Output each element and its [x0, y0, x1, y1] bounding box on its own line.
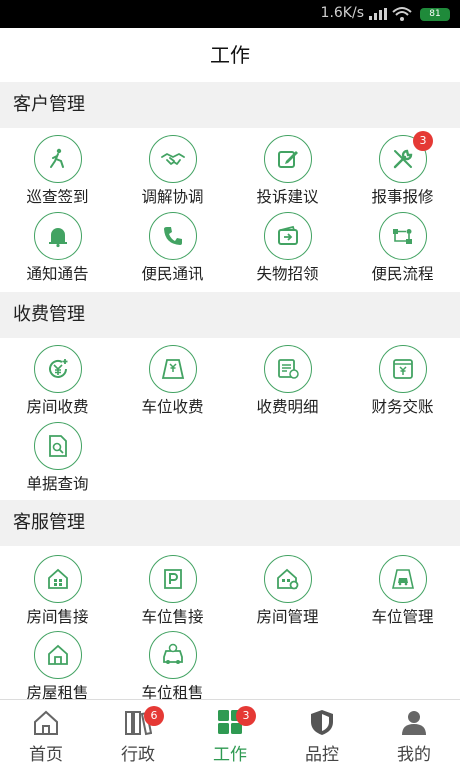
tab-label: 工作 [213, 745, 247, 765]
phone-icon [164, 227, 182, 245]
grid-item-label: 房间管理 [256, 608, 319, 626]
grid-item-repair[interactable]: 3 报事报修 [345, 131, 460, 211]
grid-item-label: 失物招领 [256, 265, 319, 283]
house-settings-icon [277, 568, 299, 590]
flow-icon [393, 229, 412, 244]
grid-item-room-fee[interactable]: 房间收费 [0, 345, 115, 421]
house-rent-icon [48, 644, 68, 665]
handshake-icon [161, 153, 185, 165]
edit-icon [278, 151, 298, 168]
grid-item-complaint[interactable]: 投诉建议 [230, 135, 345, 211]
grid-item-label: 收费明细 [256, 398, 319, 416]
user-icon [402, 711, 426, 735]
badge-work: 3 [236, 706, 256, 726]
grid-item-fee-details[interactable]: 收费明细 [230, 345, 345, 421]
car-rent-icon [163, 643, 183, 664]
wrench-icon [393, 149, 413, 169]
grid-item-patrol-checkin[interactable]: 巡查签到 [0, 135, 115, 211]
grid-item-label: 车位收费 [141, 398, 204, 416]
grid-item-mediation[interactable]: 调解协调 [115, 135, 230, 211]
grid-item-finance[interactable]: 财务交账 [345, 345, 460, 421]
receipt-icon [278, 359, 299, 379]
grid-item-label: 投诉建议 [256, 188, 319, 206]
document-search-icon [49, 435, 67, 457]
home-icon [34, 710, 58, 735]
tab-label: 我的 [397, 745, 431, 765]
signal-icon [369, 8, 387, 20]
grid-item-label: 房间收费 [26, 398, 89, 416]
tab-label: 首页 [29, 745, 63, 765]
tab-admin[interactable]: 6 行政 [92, 700, 184, 767]
badge-repair: 3 [413, 131, 433, 151]
tab-mine[interactable]: 我的 [368, 700, 460, 767]
section-header-fees: 收费管理 [0, 292, 460, 338]
ledger-icon [393, 359, 413, 379]
page-title: 工作 [0, 28, 460, 82]
grid-item-label: 调解协调 [141, 188, 204, 206]
bottom-tab-bar: 首页 6 行政 3 工作 品控 我的 [0, 699, 460, 767]
network-speed: 1.6K/s [320, 5, 364, 21]
grid-item-parking-fee[interactable]: 车位收费 [115, 345, 230, 421]
wifi-icon [392, 7, 412, 21]
grid-item-house-rent[interactable]: 房屋租售 [0, 631, 115, 707]
grid-item-lost-found[interactable]: 失物招领 [230, 212, 345, 288]
grid-item-process[interactable]: 便民流程 [345, 212, 460, 288]
section-header-customer: 客户管理 [0, 82, 460, 128]
status-bar: 1.6K/s 81 [0, 0, 460, 28]
grid-item-label: 报事报修 [371, 188, 434, 206]
grid-item-label: 车位管理 [371, 608, 434, 626]
grid-item-contacts[interactable]: 便民通讯 [115, 212, 230, 288]
tab-work[interactable]: 3 工作 [184, 700, 276, 767]
grid-item-parking-rent[interactable]: 车位租售 [115, 631, 230, 707]
grid-item-label: 车位售接 [141, 608, 204, 626]
wallet-icon [278, 225, 298, 245]
grid-item-label: 单据查询 [26, 475, 89, 493]
bell-icon [49, 228, 67, 248]
grid-item-document-query[interactable]: 单据查询 [0, 422, 115, 498]
grid-item-label: 便民流程 [371, 265, 434, 283]
shield-icon [311, 710, 333, 735]
battery-icon: 81 [420, 8, 450, 21]
grid-item-room-sale[interactable]: 房间售接 [0, 555, 115, 631]
grid-item-label: 巡查签到 [26, 188, 89, 206]
parking-fee-icon [161, 359, 185, 379]
tab-home[interactable]: 首页 [0, 700, 92, 767]
tab-quality[interactable]: 品控 [276, 700, 368, 767]
tab-label: 行政 [121, 745, 155, 765]
section-header-service: 客服管理 [0, 500, 460, 546]
car-icon [392, 569, 414, 589]
tab-label: 品控 [305, 745, 339, 765]
grid-item-label: 便民通讯 [141, 265, 204, 283]
grid-item-label: 通知通告 [26, 265, 89, 283]
badge-admin: 6 [144, 706, 164, 726]
patrol-icon [50, 148, 64, 168]
grid-item-label: 房间售接 [26, 608, 89, 626]
parking-icon [164, 569, 182, 589]
grid-item-notice[interactable]: 通知通告 [0, 212, 115, 288]
yuan-coin-icon [49, 359, 68, 378]
house-icon [48, 568, 68, 589]
grid-item-room-manage[interactable]: 房间管理 [230, 555, 345, 631]
grid-item-parking-manage[interactable]: 车位管理 [345, 555, 460, 631]
grid-item-label: 财务交账 [371, 398, 434, 416]
grid-item-parking-sale[interactable]: 车位售接 [115, 555, 230, 631]
